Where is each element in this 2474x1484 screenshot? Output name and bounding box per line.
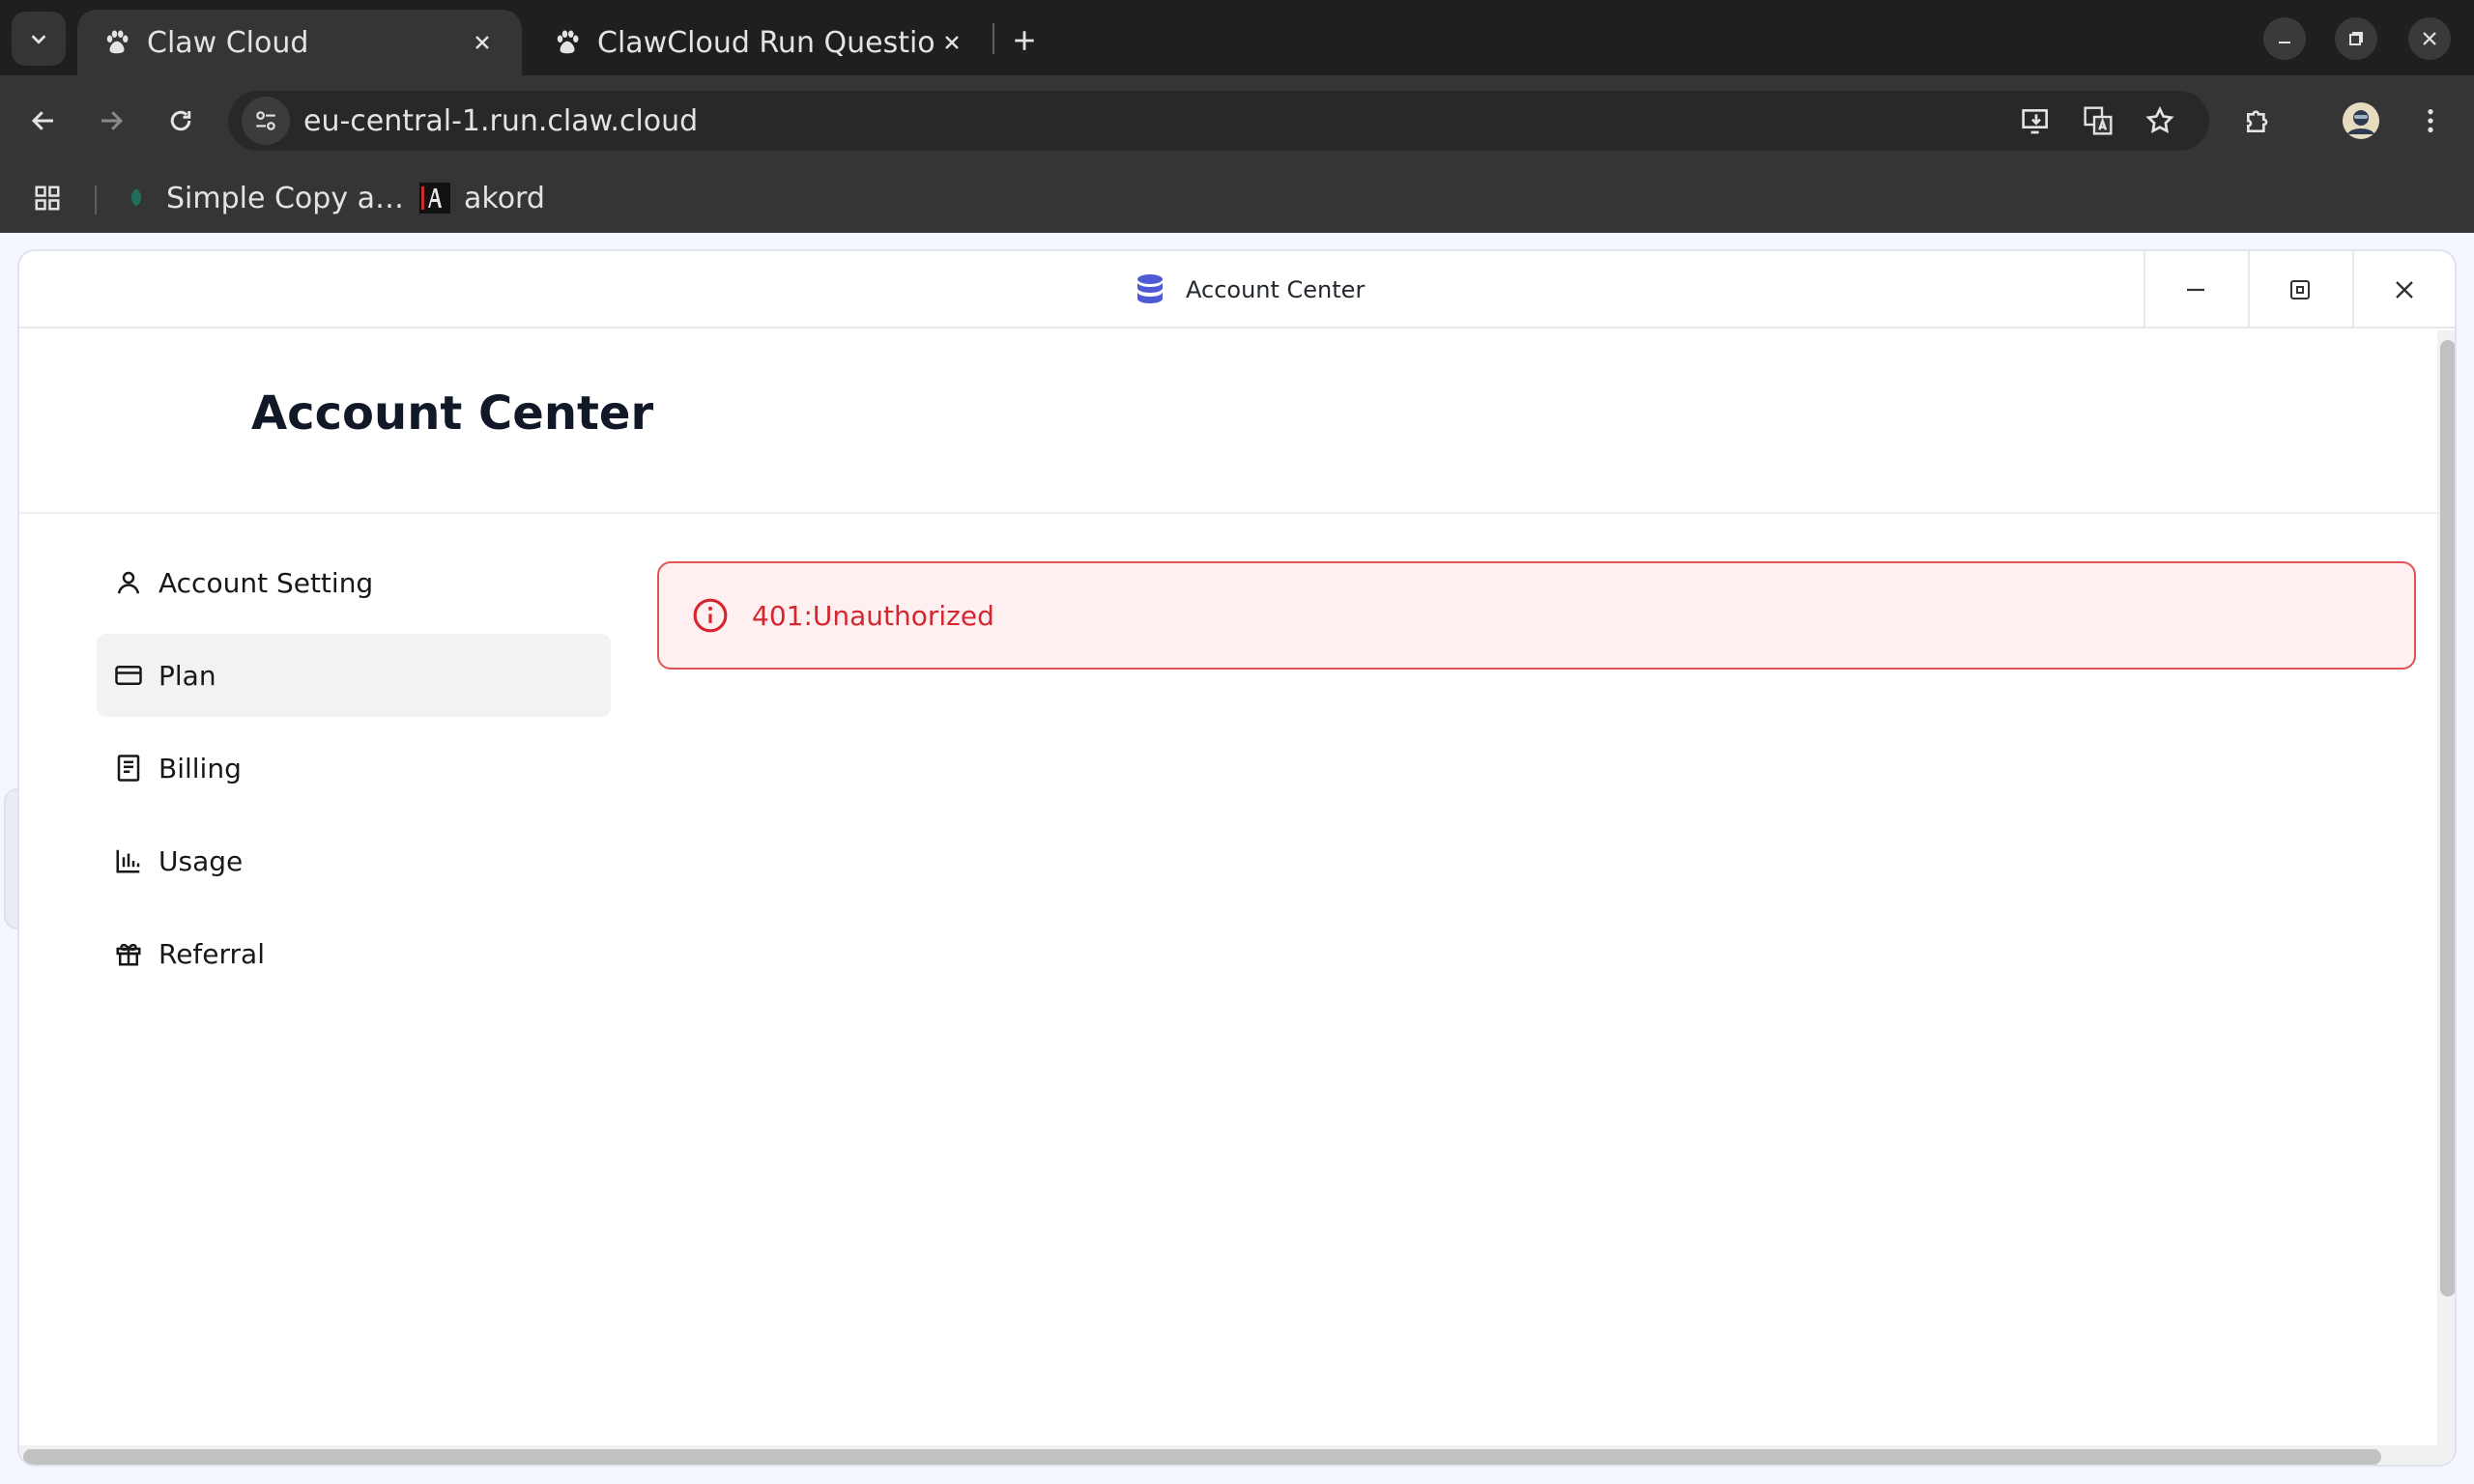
tab-clawcloud-run-question[interactable]: ClawCloud Run Question bbox=[528, 10, 992, 75]
tab-title: Claw Cloud bbox=[147, 25, 309, 60]
bookmark-simple-copy[interactable]: Simple Copy a… bbox=[124, 176, 404, 220]
restore-icon bbox=[2349, 32, 2363, 45]
gift-icon bbox=[112, 937, 145, 970]
tab-search-button[interactable] bbox=[12, 12, 66, 66]
sidebar-item-label: Referral bbox=[158, 937, 265, 970]
sidebar-item-label: Plan bbox=[158, 659, 216, 692]
install-app-button[interactable] bbox=[2012, 97, 2060, 145]
apps-grid-icon bbox=[35, 186, 60, 211]
puzzle-icon bbox=[2247, 110, 2268, 132]
error-alert: 401:Unauthorized bbox=[657, 561, 2416, 670]
akord-logo-icon bbox=[419, 183, 450, 214]
close-tab-icon[interactable] bbox=[937, 28, 966, 57]
user-icon bbox=[112, 566, 145, 599]
tab-claw-cloud[interactable]: Claw Cloud bbox=[77, 10, 522, 75]
maximize-icon bbox=[2290, 280, 2310, 300]
sidebar-item-usage[interactable]: Usage bbox=[97, 819, 611, 902]
site-info-button[interactable] bbox=[242, 97, 290, 145]
more-vertical-icon bbox=[2428, 109, 2433, 132]
minimize-browser-button[interactable] bbox=[2263, 17, 2306, 60]
back-button[interactable] bbox=[19, 97, 68, 145]
page-title: Account Center bbox=[251, 386, 654, 441]
close-tab-icon[interactable] bbox=[468, 28, 497, 57]
install-icon bbox=[2022, 109, 2048, 134]
leaf-icon bbox=[130, 188, 142, 207]
browser-chrome: Claw Cloud ClawCloud Run Question eu-cen… bbox=[0, 0, 2474, 233]
chevron-down-icon bbox=[31, 35, 46, 44]
apps-button[interactable] bbox=[33, 176, 62, 220]
sidebar-item-label: Account Setting bbox=[158, 566, 374, 599]
browser-toolbar: eu-central-1.run.claw.cloud bbox=[0, 75, 2474, 166]
sidebar-item-label: Billing bbox=[158, 752, 242, 785]
tab-strip: Claw Cloud ClawCloud Run Question bbox=[0, 0, 2474, 75]
info-circle-icon bbox=[693, 598, 728, 633]
sidebar-item-referral[interactable]: Referral bbox=[97, 912, 611, 995]
paw-icon bbox=[106, 30, 129, 54]
address-bar[interactable]: eu-central-1.run.claw.cloud bbox=[228, 91, 2209, 151]
window-titlebar: Account Center bbox=[19, 251, 2455, 328]
browser-menu-button[interactable] bbox=[2406, 97, 2455, 145]
forward-button[interactable] bbox=[87, 97, 135, 145]
sidebar-item-billing[interactable]: Billing bbox=[97, 727, 611, 810]
minimize-icon bbox=[2187, 288, 2204, 292]
avatar-icon bbox=[2343, 102, 2379, 139]
bookmark-star-button[interactable] bbox=[2136, 97, 2184, 145]
bar-chart-icon bbox=[112, 844, 145, 877]
window-minimize-button[interactable] bbox=[2143, 251, 2246, 328]
arrow-right-icon bbox=[101, 111, 124, 130]
horizontal-scroll-thumb[interactable] bbox=[23, 1449, 2381, 1465]
tab-separator bbox=[992, 23, 994, 54]
close-icon bbox=[2423, 32, 2436, 45]
bookmarks-bar: Simple Copy a… akord bbox=[0, 166, 2474, 233]
receipt-icon bbox=[112, 752, 145, 785]
url-text[interactable]: eu-central-1.run.claw.cloud bbox=[303, 104, 698, 138]
star-icon bbox=[2145, 105, 2174, 133]
extensions-button[interactable] bbox=[2234, 97, 2283, 145]
page-header: Account Center bbox=[19, 328, 2437, 514]
reload-button[interactable] bbox=[157, 97, 205, 145]
arrow-left-icon bbox=[31, 111, 53, 130]
error-message: 401:Unauthorized bbox=[752, 599, 994, 632]
close-icon bbox=[2396, 281, 2413, 299]
close-browser-button[interactable] bbox=[2408, 17, 2451, 60]
account-sidebar: Account Setting Plan Billing Usage Refer… bbox=[97, 541, 611, 1005]
sidebar-item-label: Usage bbox=[158, 844, 244, 877]
window-close-button[interactable] bbox=[2352, 251, 2455, 328]
profile-avatar[interactable] bbox=[2337, 97, 2385, 145]
restore-browser-button[interactable] bbox=[2335, 17, 2377, 60]
database-icon bbox=[1137, 274, 1163, 303]
plus-icon bbox=[1015, 31, 1034, 50]
window-title-text: Account Center bbox=[1186, 276, 1366, 303]
paw-icon bbox=[557, 30, 579, 54]
bookmark-label: akord bbox=[464, 181, 545, 215]
window-maximize-button[interactable] bbox=[2248, 251, 2350, 328]
bookmarks-separator bbox=[95, 186, 97, 214]
translate-button[interactable] bbox=[2074, 97, 2122, 145]
account-center-window: Account Center Account Center Account Se… bbox=[17, 249, 2457, 1467]
vertical-scrollbar[interactable] bbox=[2437, 330, 2455, 1465]
tune-icon bbox=[256, 111, 275, 130]
bookmark-label: Simple Copy a… bbox=[166, 181, 404, 215]
vertical-scroll-thumb[interactable] bbox=[2440, 340, 2455, 1297]
bookmark-akord[interactable]: akord bbox=[419, 176, 545, 220]
translate-icon bbox=[2084, 106, 2113, 135]
sidebar-item-account-setting[interactable]: Account Setting bbox=[97, 541, 611, 624]
window-title: Account Center bbox=[1136, 251, 1365, 328]
sidebar-item-plan[interactable]: Plan bbox=[97, 634, 611, 717]
new-tab-button[interactable] bbox=[1001, 17, 1048, 64]
credit-card-icon bbox=[112, 659, 145, 692]
reload-icon bbox=[170, 110, 191, 131]
minimize-icon bbox=[2279, 42, 2290, 43]
tab-title: ClawCloud Run Question bbox=[597, 25, 937, 60]
horizontal-scrollbar[interactable] bbox=[19, 1445, 2437, 1465]
